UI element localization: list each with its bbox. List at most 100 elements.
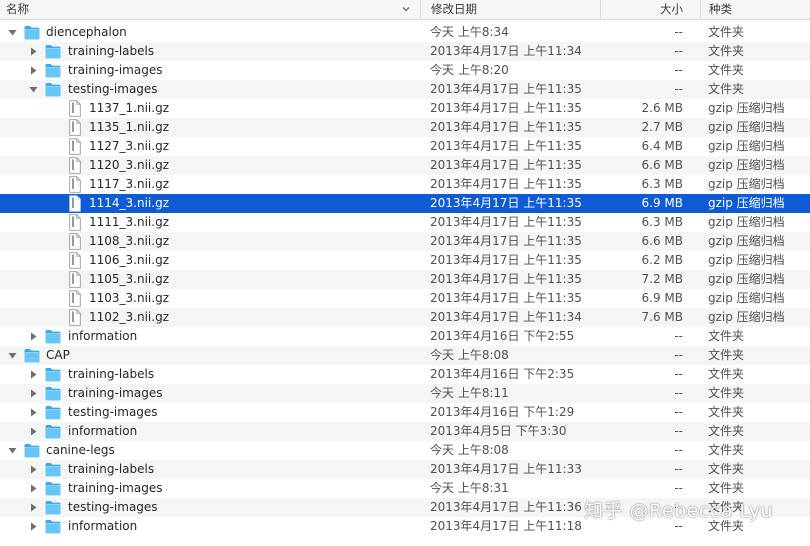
- file-row[interactable]: 1102_3.nii.gz 2013年4月17日 上午11:34 7.6 MB gzi…: [0, 308, 810, 327]
- document-icon: [69, 195, 81, 212]
- disclosure-triangle-down-icon[interactable]: [7, 27, 18, 38]
- disclosure-triangle-right-icon[interactable]: [28, 407, 39, 418]
- document-icon: [69, 119, 81, 136]
- folder-row[interactable]: canine-legs 今天 上午8:08 -- 文件夹: [0, 441, 810, 460]
- file-row[interactable]: 1106_3.nii.gz 2013年4月17日 上午11:35 6.2 MB gzi…: [0, 251, 810, 270]
- file-list: diencephalon 今天 上午8:34 -- 文件夹 training-label…: [0, 23, 810, 536]
- item-name: testing-images: [68, 500, 158, 514]
- file-row[interactable]: 1137_1.nii.gz 2013年4月17日 上午11:35 2.6 MB gzi…: [0, 99, 810, 118]
- disclosure-triangle-right-icon[interactable]: [28, 331, 39, 342]
- disclosure-triangle-down-icon[interactable]: [7, 350, 18, 361]
- disclosure-triangle-right-icon[interactable]: [28, 426, 39, 437]
- folder-row[interactable]: information 2013年4月16日 下午2:55 -- 文件夹: [0, 327, 810, 346]
- folder-icon: [45, 406, 61, 420]
- folder-row[interactable]: CAP 今天 上午8:08 -- 文件夹: [0, 346, 810, 365]
- modified-date: 2013年4月16日 下午1:29: [430, 405, 575, 419]
- file-row[interactable]: 1135_1.nii.gz 2013年4月17日 上午11:35 2.7 MB gzi…: [0, 118, 810, 137]
- folder-icon: [45, 45, 61, 59]
- file-size: 6.9 MB: [641, 196, 683, 210]
- folder-row[interactable]: training-labels 2013年4月17日 上午11:34 -- 文件夹: [0, 42, 810, 61]
- item-name: information: [68, 519, 138, 533]
- date-column-header[interactable]: 修改日期: [420, 0, 600, 19]
- column-header: 名称 修改日期 大小 种类: [0, 0, 810, 20]
- item-name: 1135_1.nii.gz: [89, 120, 169, 134]
- file-size: --: [674, 63, 683, 77]
- disclosure-triangle-down-icon[interactable]: [28, 84, 39, 95]
- sort-chevron-down-icon[interactable]: [402, 5, 410, 13]
- file-kind: gzip 压缩归档: [708, 196, 785, 210]
- file-kind: 文件夹: [708, 405, 745, 419]
- folder-row[interactable]: testing-images 2013年4月17日 上午11:35 -- 文件夹: [0, 80, 810, 99]
- document-icon: [69, 233, 81, 250]
- kind-column-header[interactable]: 种类: [700, 0, 810, 19]
- folder-icon: [45, 463, 61, 477]
- file-kind: 文件夹: [708, 386, 745, 400]
- file-kind: 文件夹: [708, 82, 745, 96]
- folder-icon: [45, 64, 61, 78]
- modified-date: 今天 上午8:08: [430, 443, 509, 457]
- item-name: 1120_3.nii.gz: [89, 158, 169, 172]
- file-size: 6.2 MB: [641, 253, 683, 267]
- file-kind: gzip 压缩归档: [708, 310, 785, 324]
- folder-icon: [45, 330, 61, 344]
- item-name: 1108_3.nii.gz: [89, 234, 169, 248]
- modified-date: 2013年4月5日 下午3:30: [430, 424, 567, 438]
- item-name: CAP: [46, 348, 70, 362]
- file-kind: gzip 压缩归档: [708, 234, 785, 248]
- file-size: --: [674, 82, 683, 96]
- folder-row[interactable]: testing-images 2013年4月16日 下午1:29 -- 文件夹: [0, 403, 810, 422]
- disclosure-triangle-right-icon[interactable]: [28, 65, 39, 76]
- size-column-header[interactable]: 大小: [600, 0, 700, 19]
- file-row[interactable]: 1108_3.nii.gz 2013年4月17日 上午11:35 6.6 MB gzi…: [0, 232, 810, 251]
- disclosure-triangle-right-icon[interactable]: [28, 388, 39, 399]
- item-name: training-images: [68, 386, 163, 400]
- document-icon: [69, 157, 81, 174]
- folder-row[interactable]: training-images 今天 上午8:11 -- 文件夹: [0, 384, 810, 403]
- file-row[interactable]: 1105_3.nii.gz 2013年4月17日 上午11:35 7.2 MB gzi…: [0, 270, 810, 289]
- modified-date: 2013年4月17日 上午11:35: [430, 120, 582, 134]
- file-kind: 文件夹: [708, 424, 745, 438]
- item-name: 1105_3.nii.gz: [89, 272, 169, 286]
- folder-row[interactable]: information 2013年4月5日 下午3:30 -- 文件夹: [0, 422, 810, 441]
- item-name: canine-legs: [46, 443, 115, 457]
- document-icon: [69, 309, 81, 326]
- file-row[interactable]: 1127_3.nii.gz 2013年4月17日 上午11:35 6.4 MB gzi…: [0, 137, 810, 156]
- file-size: --: [674, 424, 683, 438]
- modified-date: 2013年4月17日 上午11:34: [430, 44, 582, 58]
- file-row[interactable]: 1111_3.nii.gz 2013年4月17日 上午11:35 6.3 MB gzi…: [0, 213, 810, 232]
- file-size: 7.6 MB: [641, 310, 683, 324]
- item-name: diencephalon: [46, 25, 127, 39]
- item-name: 1103_3.nii.gz: [89, 291, 169, 305]
- file-size: --: [674, 329, 683, 343]
- folder-row[interactable]: diencephalon 今天 上午8:34 -- 文件夹: [0, 23, 810, 42]
- file-size: 7.2 MB: [641, 272, 683, 286]
- file-kind: 文件夹: [708, 367, 745, 381]
- disclosure-triangle-down-icon[interactable]: [7, 445, 18, 456]
- disclosure-triangle-right-icon[interactable]: [28, 369, 39, 380]
- file-row[interactable]: 1117_3.nii.gz 2013年4月17日 上午11:35 6.3 MB gzi…: [0, 175, 810, 194]
- file-kind: gzip 压缩归档: [708, 272, 785, 286]
- file-kind: 文件夹: [708, 329, 745, 343]
- modified-date: 2013年4月17日 上午11:18: [430, 519, 582, 533]
- modified-date: 今天 上午8:11: [430, 386, 509, 400]
- disclosure-triangle-right-icon[interactable]: [28, 483, 39, 494]
- file-row[interactable]: 1120_3.nii.gz 2013年4月17日 上午11:35 6.6 MB gzi…: [0, 156, 810, 175]
- disclosure-triangle-right-icon[interactable]: [28, 464, 39, 475]
- file-row[interactable]: 1103_3.nii.gz 2013年4月17日 上午11:35 6.9 MB gzi…: [0, 289, 810, 308]
- file-kind: 文件夹: [708, 63, 745, 77]
- modified-date: 今天 上午8:31: [430, 481, 509, 495]
- name-column-header[interactable]: 名称: [0, 0, 420, 19]
- modified-date: 2013年4月17日 上午11:35: [430, 158, 582, 172]
- item-name: information: [68, 329, 138, 343]
- folder-icon: [24, 349, 40, 363]
- folder-row[interactable]: training-labels 2013年4月17日 上午11:33 -- 文件夹: [0, 460, 810, 479]
- disclosure-triangle-right-icon[interactable]: [28, 46, 39, 57]
- disclosure-triangle-right-icon[interactable]: [28, 502, 39, 513]
- file-kind: 文件夹: [708, 462, 745, 476]
- folder-row[interactable]: training-images 今天 上午8:20 -- 文件夹: [0, 61, 810, 80]
- folder-row[interactable]: training-labels 2013年4月16日 下午2:35 -- 文件夹: [0, 365, 810, 384]
- modified-date: 2013年4月16日 下午2:55: [430, 329, 575, 343]
- file-row[interactable]: 1114_3.nii.gz 2013年4月17日 上午11:35 6.9 MB gzi…: [0, 194, 810, 213]
- file-size: 6.3 MB: [641, 177, 683, 191]
- disclosure-triangle-right-icon[interactable]: [28, 521, 39, 532]
